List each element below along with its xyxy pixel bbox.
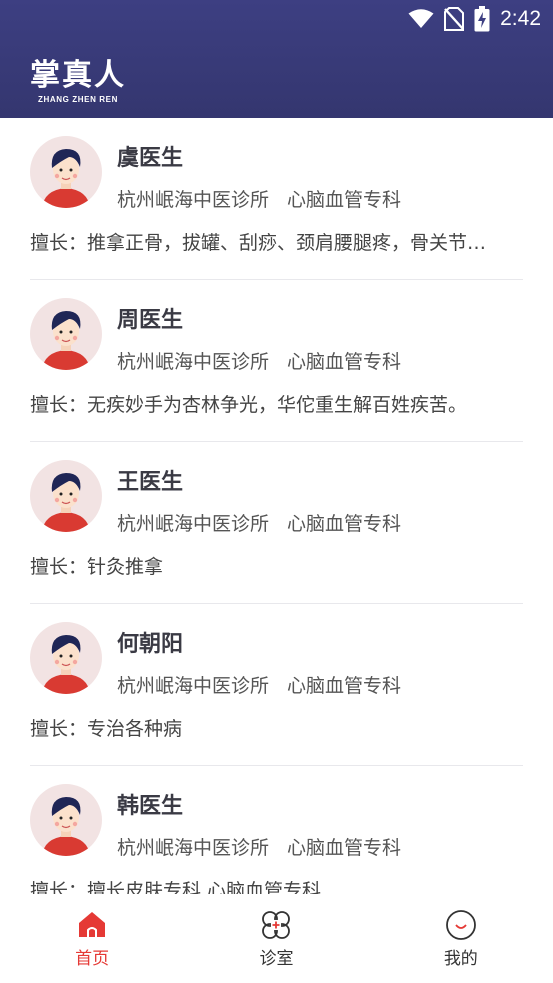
- doctor-clinic: 杭州岷海中医诊所 心脑血管专科: [117, 347, 401, 374]
- doctor-clinic: 杭州岷海中医诊所 心脑血管专科: [117, 671, 401, 698]
- department: 心脑血管专科: [287, 675, 402, 697]
- doctor-specialty: 擅长：擅长皮肤专科 心脑血管专科: [30, 880, 322, 894]
- no-sim-icon: [444, 7, 465, 31]
- tab-home-label: 首页: [75, 949, 110, 969]
- doctor-avatar: [30, 622, 102, 694]
- doctor-clinic: 杭州岷海中医诊所 心脑血管专科: [117, 833, 401, 860]
- doctor-name: 何朝阳: [117, 632, 184, 657]
- doctor-card[interactable]: 韩医生 杭州岷海中医诊所 心脑血管专科 擅长：擅长皮肤专科 心脑血管专科: [30, 766, 523, 894]
- doctor-card[interactable]: 虞医生 杭州岷海中医诊所 心脑血管专科 擅长：推拿正骨，拔罐、刮痧、颈肩腰腿疼，骨…: [30, 118, 523, 280]
- logo-subtitle: ZHANG ZHEN REN: [38, 95, 118, 104]
- doctor-specialty: 擅长：推拿正骨，拔罐、刮痧、颈肩腰腿疼，骨关节…: [30, 232, 487, 254]
- tab-profile-label: 我的: [443, 949, 478, 969]
- doctor-list: 虞医生 杭州岷海中医诊所 心脑血管专科 擅长：推拿正骨，拔罐、刮痧、颈肩腰腿疼，骨…: [0, 118, 553, 894]
- logo-text: 掌真人: [30, 58, 126, 93]
- doctor-name: 王医生: [117, 470, 184, 495]
- clinic-name: 杭州岷海中医诊所: [117, 351, 270, 373]
- tab-profile[interactable]: 我的: [369, 894, 553, 983]
- status-bar: 2:42: [0, 0, 553, 38]
- app-header: 2:42 掌真人 ZHANG ZHEN REN: [0, 0, 553, 118]
- doctor-name: 韩医生: [117, 794, 184, 819]
- department: 心脑血管专科: [287, 513, 402, 535]
- doctor-specialty: 擅长：针灸推拿: [30, 556, 164, 578]
- doctor-card[interactable]: 何朝阳 杭州岷海中医诊所 心脑血管专科 擅长：专治各种病: [30, 604, 523, 766]
- doctor-clinic: 杭州岷海中医诊所 心脑血管专科: [117, 509, 401, 536]
- clinic-name: 杭州岷海中医诊所: [117, 513, 270, 535]
- clinic-name: 杭州岷海中医诊所: [117, 189, 270, 211]
- bottom-tab-bar: 首页 诊室 我的: [0, 894, 553, 983]
- department: 心脑血管专科: [287, 351, 402, 373]
- tab-home[interactable]: 首页: [0, 894, 184, 983]
- tab-clinic[interactable]: 诊室: [184, 894, 368, 983]
- doctor-avatar: [30, 298, 102, 370]
- doctor-avatar: [30, 784, 102, 856]
- profile-smile-icon: [445, 910, 476, 940]
- department: 心脑血管专科: [287, 837, 402, 859]
- battery-charging-icon: [474, 6, 490, 32]
- clinic-name: 杭州岷海中医诊所: [117, 837, 270, 859]
- doctor-card[interactable]: 周医生 杭州岷海中医诊所 心脑血管专科 擅长：无疾妙手为杏林争光，华佗重生解百姓疾…: [30, 280, 523, 442]
- doctor-clinic: 杭州岷海中医诊所 心脑血管专科: [117, 185, 401, 212]
- doctor-specialty: 擅长：无疾妙手为杏林争光，华佗重生解百姓疾苦。: [30, 394, 468, 416]
- tab-clinic-label: 诊室: [259, 949, 294, 969]
- doctor-name: 虞医生: [117, 146, 184, 171]
- wifi-icon: [408, 9, 434, 28]
- clinic-name: 杭州岷海中医诊所: [117, 675, 270, 697]
- clinic-icon: [262, 911, 291, 939]
- doctor-avatar: [30, 460, 102, 532]
- doctor-name: 周医生: [117, 308, 184, 333]
- app-logo: 掌真人 ZHANG ZHEN REN: [30, 58, 140, 108]
- status-time: 2:42: [500, 7, 541, 30]
- doctor-specialty: 擅长：专治各种病: [30, 718, 183, 740]
- home-icon: [79, 912, 106, 937]
- department: 心脑血管专科: [287, 189, 402, 211]
- doctor-avatar: [30, 136, 102, 208]
- doctor-card[interactable]: 王医生 杭州岷海中医诊所 心脑血管专科 擅长：针灸推拿: [30, 442, 523, 604]
